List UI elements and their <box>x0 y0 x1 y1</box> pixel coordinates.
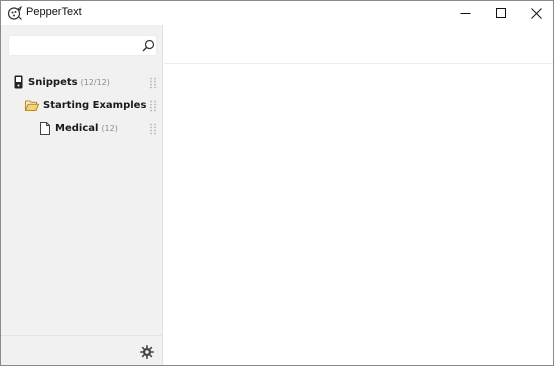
tree-item-starting-examples[interactable]: Starting Examples <box>25 96 146 114</box>
search-box[interactable] <box>8 35 157 56</box>
window-title: PepperText <box>26 6 82 18</box>
device-icon <box>12 75 24 89</box>
tree-item-medical[interactable]: Medical (12) <box>39 119 118 137</box>
tree-item-label: Starting Examples <box>43 99 147 111</box>
title-bar[interactable]: PepperText <box>1 1 553 25</box>
tree-item-label: Snippets <box>28 76 78 88</box>
maximize-icon <box>495 7 506 18</box>
minimize-button[interactable] <box>447 1 483 25</box>
main-toolbar <box>164 25 553 64</box>
tree-item-snippets[interactable]: Snippets (12/12) <box>12 73 110 91</box>
drag-handle-icon[interactable] <box>149 99 157 112</box>
gear-icon[interactable] <box>140 345 154 359</box>
tree-item-count: (12/12) <box>80 77 110 87</box>
sidebar-footer <box>1 335 162 365</box>
search-input[interactable] <box>13 38 133 53</box>
sidebar: Snippets (12/12) Starting Examples Medic… <box>1 25 163 365</box>
search-icon[interactable] <box>142 39 155 52</box>
close-icon <box>530 7 542 19</box>
tree-item-label: Medical <box>55 122 99 134</box>
editor-area[interactable] <box>164 64 553 365</box>
drag-handle-icon[interactable] <box>149 76 157 89</box>
pepper-logo-icon <box>7 5 23 21</box>
tree-item-count: (12) <box>101 123 118 133</box>
drag-handle-icon[interactable] <box>149 122 157 135</box>
folder-open-icon <box>25 99 39 112</box>
app-window: PepperText Snippets (12/12) Starting Exa… <box>0 0 554 366</box>
maximize-button[interactable] <box>483 1 519 25</box>
minimize-icon <box>460 12 470 14</box>
document-icon <box>39 121 51 135</box>
close-button[interactable] <box>518 1 554 25</box>
